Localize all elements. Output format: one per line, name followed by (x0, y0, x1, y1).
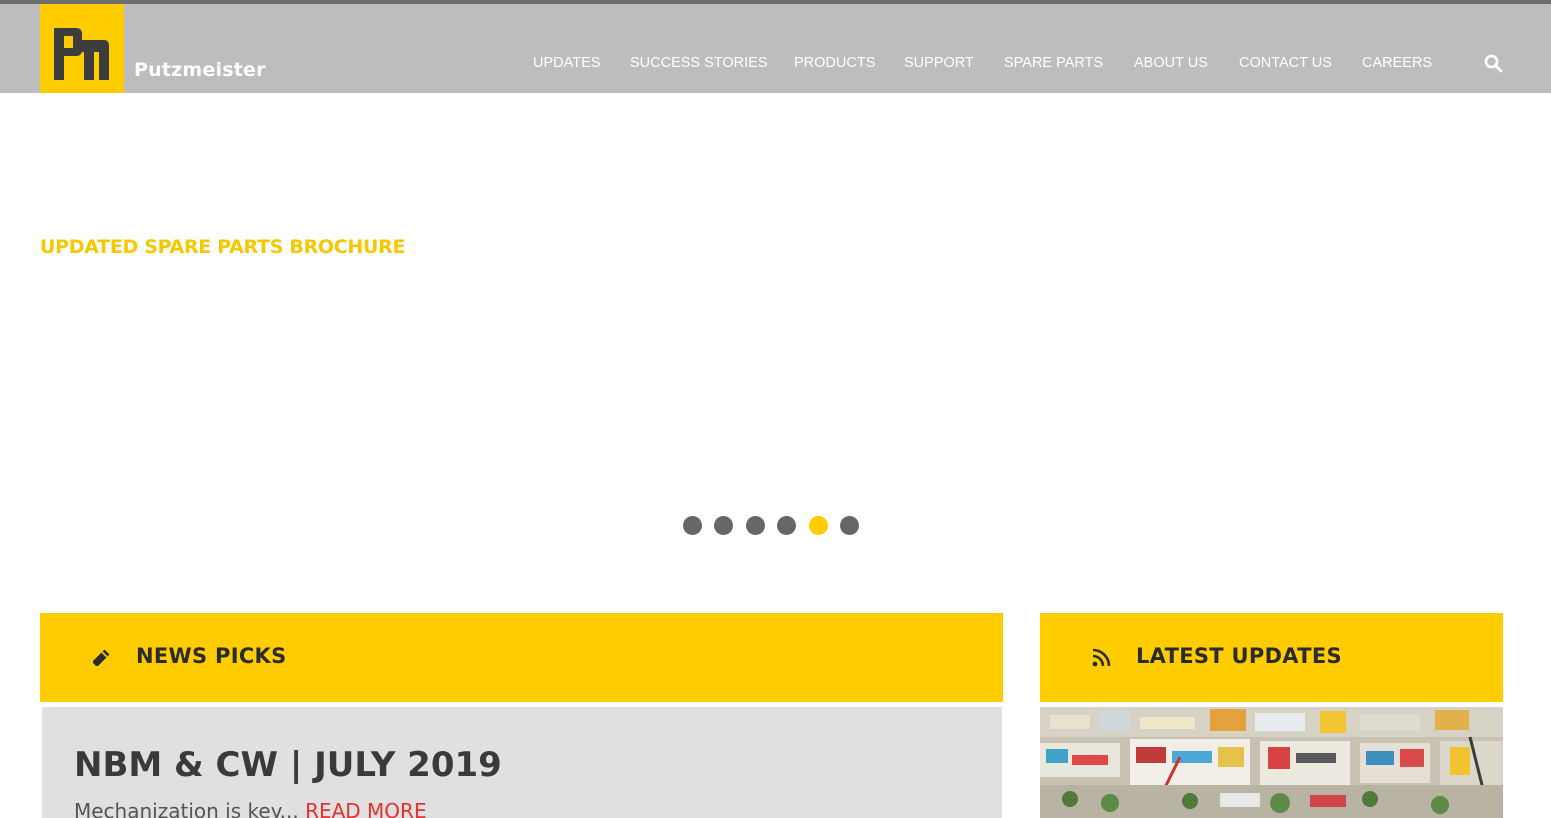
main-nav: UPDATES SUCCESS STORIES PRODUCTS SUPPORT… (0, 55, 1551, 75)
news-article-title[interactable]: NBM & CW | JULY 2019 (74, 745, 502, 785)
rss-icon (1091, 648, 1111, 673)
latest-updates-title: LATEST UPDATES (1136, 644, 1342, 668)
slider-dot-6[interactable] (840, 516, 859, 535)
news-card: NBM & CW | JULY 2019 Mechanization is ke… (42, 707, 1002, 818)
logo[interactable] (40, 4, 124, 93)
nav-item-spare-parts[interactable]: SPARE PARTS (1004, 55, 1103, 71)
latest-update-photo[interactable] (1040, 707, 1503, 818)
pencil-icon (91, 648, 111, 673)
site-header: Putzmeister UPDATES SUCCESS STORIES PROD… (0, 4, 1551, 93)
news-picks-title: NEWS PICKS (136, 644, 287, 668)
latest-updates-header: LATEST UPDATES (1040, 613, 1503, 702)
nav-item-careers[interactable]: CAREERS (1362, 55, 1432, 71)
slider-dot-3[interactable] (746, 516, 765, 535)
slider-dot-5[interactable] (809, 516, 828, 535)
nav-item-contact-us[interactable]: CONTACT US (1239, 55, 1332, 71)
slider-dot-4[interactable] (777, 516, 796, 535)
nav-item-updates[interactable]: UPDATES (533, 55, 600, 71)
nav-item-success-stories[interactable]: SUCCESS STORIES (630, 55, 768, 71)
hero-slide-title[interactable]: UPDATED SPARE PARTS BROCHURE (40, 236, 405, 258)
read-more-link[interactable]: READ MORE (305, 799, 427, 818)
nav-item-products[interactable]: PRODUCTS (794, 55, 875, 71)
news-excerpt: Mechanization is key... READ MORE (74, 799, 427, 818)
search-icon[interactable] (1484, 54, 1503, 78)
news-picks-header: NEWS PICKS (40, 613, 1003, 702)
news-excerpt-text: Mechanization is key... (74, 799, 299, 818)
nav-item-about-us[interactable]: ABOUT US (1134, 55, 1208, 71)
slider-dot-1[interactable] (683, 516, 702, 535)
nav-item-support[interactable]: SUPPORT (904, 55, 974, 71)
slider-dot-2[interactable] (714, 516, 733, 535)
